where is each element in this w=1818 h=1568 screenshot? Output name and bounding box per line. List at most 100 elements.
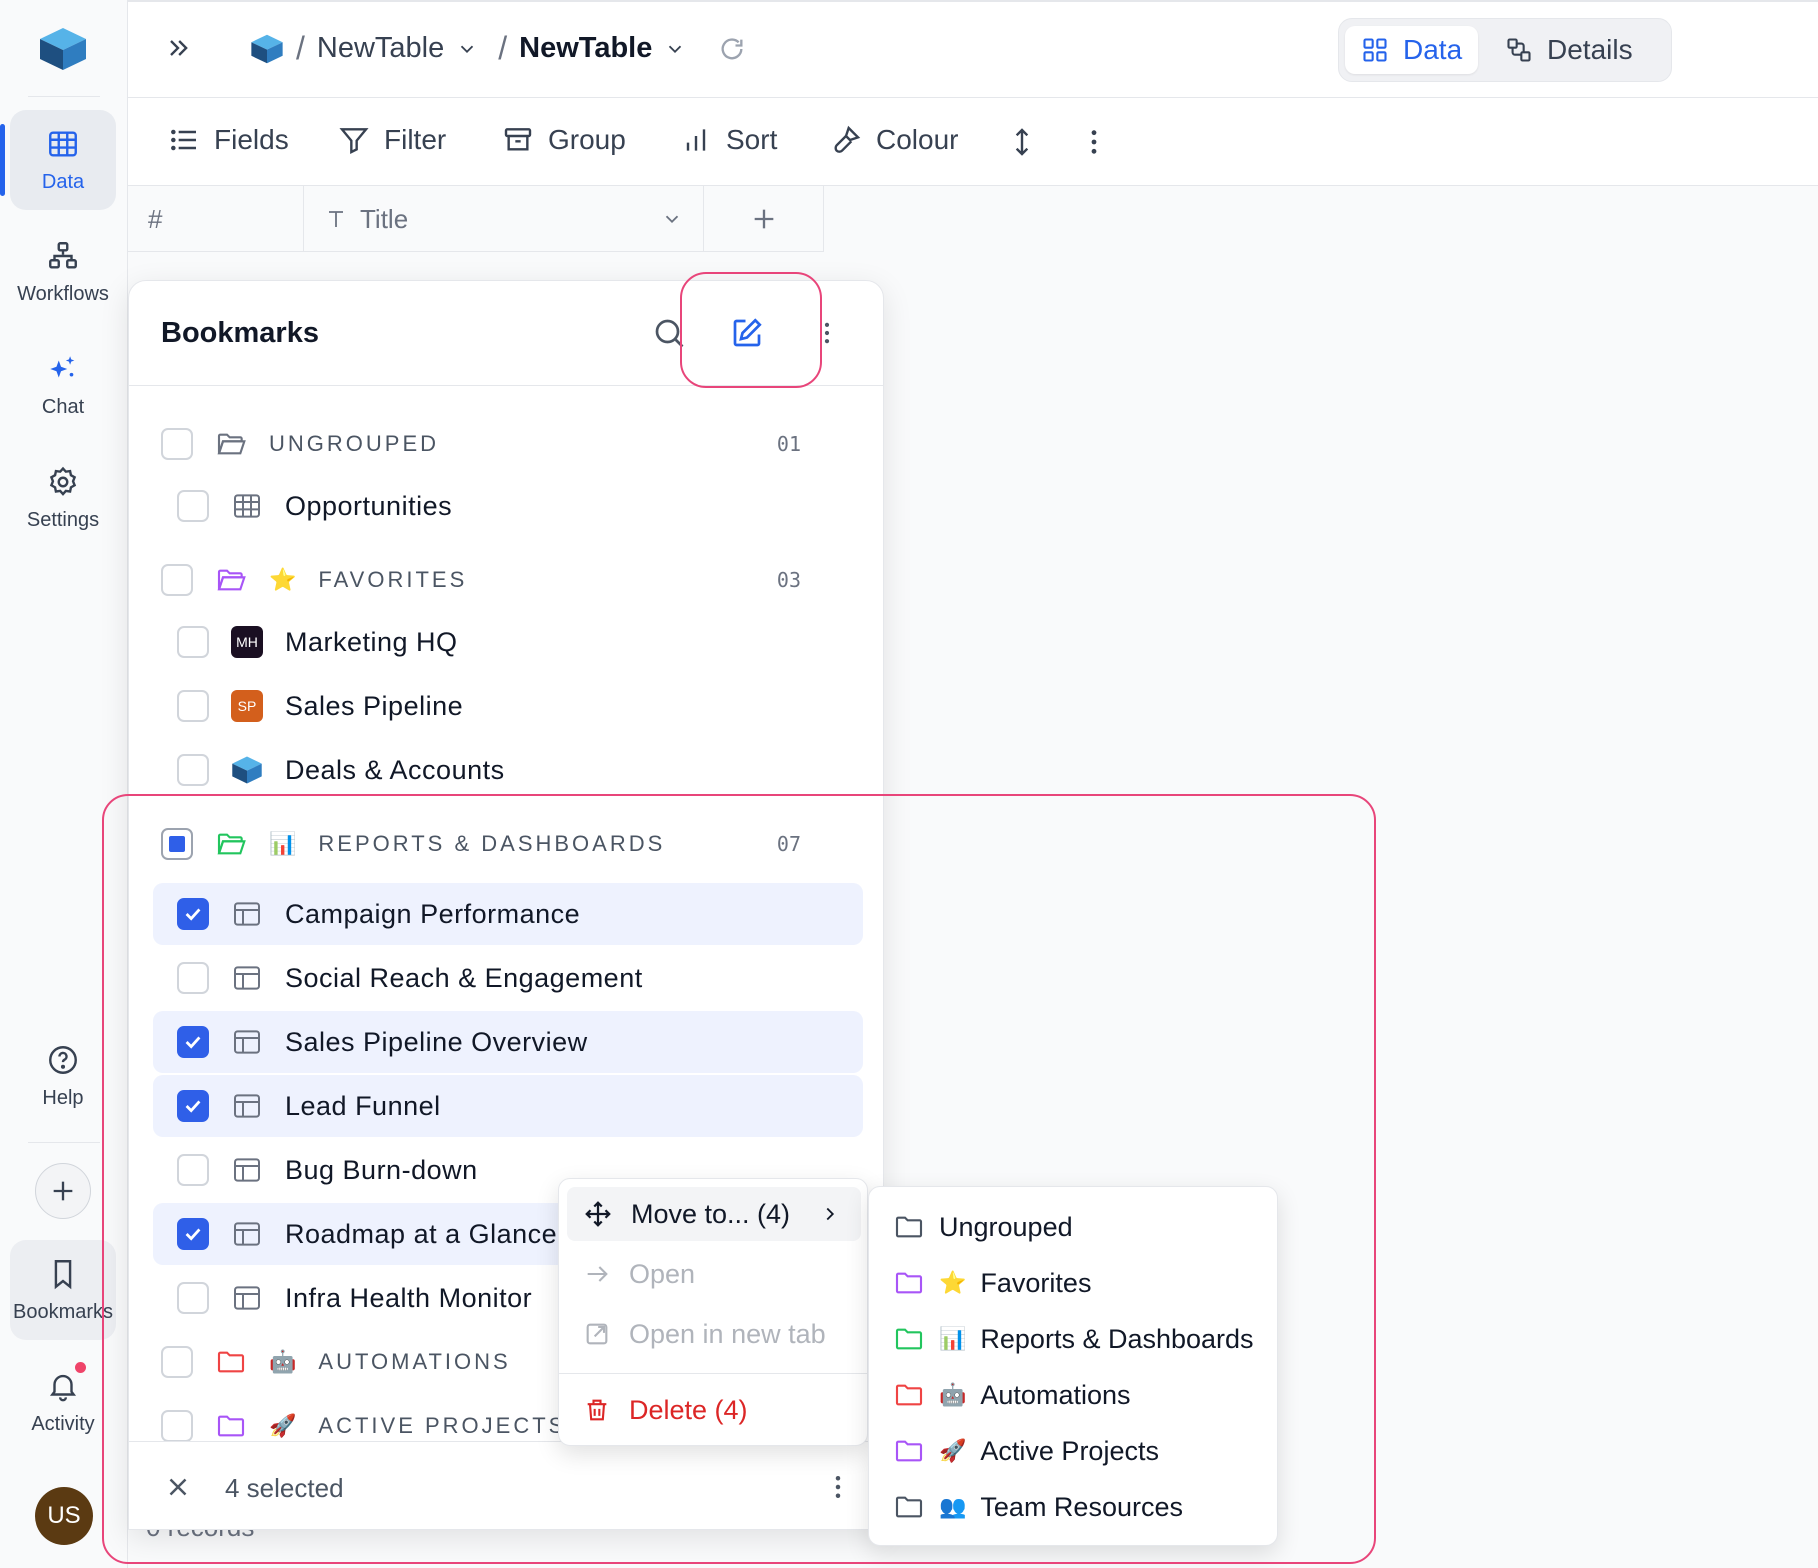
base-logo-icon bbox=[251, 34, 283, 63]
bookmark-label: Opportunities bbox=[285, 490, 453, 521]
group-row-favorites[interactable]: ⭐ FAVORITES 03 bbox=[161, 549, 871, 611]
group-label: FAVORITES bbox=[318, 567, 468, 592]
group-label: Group bbox=[548, 124, 626, 155]
bookmark-label: Sales Pipeline bbox=[285, 690, 464, 721]
item-checkbox[interactable] bbox=[177, 754, 209, 786]
rail-item-settings[interactable]: Settings bbox=[10, 448, 116, 548]
title-header-label: Title bbox=[360, 203, 409, 234]
refresh-icon[interactable] bbox=[718, 35, 746, 63]
index-column-header: # bbox=[128, 186, 304, 252]
chevron-down-icon[interactable] bbox=[661, 208, 683, 230]
group-icon bbox=[504, 128, 532, 151]
marketing-badge-icon: MH bbox=[231, 626, 263, 658]
sparkle-icon bbox=[50, 355, 75, 377]
bookmarks-title: Bookmarks bbox=[161, 317, 319, 349]
user-avatar[interactable]: US bbox=[35, 1487, 93, 1545]
details-icon bbox=[1507, 38, 1531, 62]
sort-icon bbox=[686, 129, 706, 151]
rail-item-bookmarks[interactable]: Bookmarks bbox=[10, 1240, 116, 1340]
sort-label: Sort bbox=[726, 124, 778, 155]
help-icon bbox=[49, 1045, 77, 1074]
group-count: 01 bbox=[776, 432, 801, 456]
index-header-label: # bbox=[148, 203, 163, 234]
rail-item-activity[interactable]: Activity bbox=[10, 1352, 116, 1452]
app-window: Data Workflows Chat Settings Help Bookma… bbox=[0, 0, 1818, 1568]
paint-brush-icon bbox=[834, 125, 861, 153]
bookmark-marketing-hq[interactable]: MH Marketing HQ bbox=[177, 611, 883, 673]
rail-item-data[interactable]: Data bbox=[0, 110, 116, 210]
table-icon bbox=[234, 494, 260, 518]
rail-label: Data bbox=[41, 170, 85, 193]
bookmark-label: Deals & Accounts bbox=[285, 754, 505, 785]
breadcrumb-table[interactable]: NewTable bbox=[519, 32, 652, 65]
breadcrumb-separator: / bbox=[296, 30, 305, 66]
folder-open-icon bbox=[217, 569, 246, 591]
highlight-selection-area bbox=[102, 794, 1376, 1564]
rail-label: Workflows bbox=[17, 282, 109, 305]
title-column-header[interactable]: Title bbox=[304, 186, 704, 252]
group-checkbox[interactable] bbox=[161, 428, 193, 460]
rail-label: Settings bbox=[26, 508, 100, 531]
rail-divider bbox=[28, 1142, 100, 1143]
sales-badge-icon: SP bbox=[231, 690, 263, 722]
rail-label: Bookmarks bbox=[12, 1300, 114, 1323]
item-checkbox[interactable] bbox=[177, 626, 209, 658]
fields-button[interactable]: Fields bbox=[168, 124, 289, 156]
add-column-button[interactable] bbox=[704, 186, 824, 252]
highlight-edit-button bbox=[680, 272, 822, 388]
bookmark-icon bbox=[54, 1259, 72, 1289]
bell-icon bbox=[49, 1374, 77, 1401]
grid-header: # Title bbox=[128, 186, 824, 252]
tab-details-label: Details bbox=[1547, 34, 1633, 65]
text-type-icon bbox=[329, 211, 343, 227]
app-logo-icon[interactable] bbox=[38, 26, 88, 72]
colour-button[interactable]: Colour bbox=[830, 124, 958, 156]
chevron-down-icon[interactable] bbox=[664, 38, 686, 60]
rail-item-workflows[interactable]: Workflows bbox=[10, 222, 116, 322]
rail-label: Chat bbox=[41, 395, 85, 418]
view-toolbar: Fields Filter Group Sort Colour bbox=[128, 98, 1818, 186]
table-icon bbox=[49, 130, 77, 157]
add-button[interactable] bbox=[35, 1163, 91, 1219]
base-logo-icon bbox=[232, 756, 262, 784]
filter-icon bbox=[339, 128, 369, 154]
folder-open-icon bbox=[217, 433, 246, 455]
bookmark-opportunities[interactable]: Opportunities bbox=[177, 475, 883, 537]
rail-item-help[interactable]: Help bbox=[10, 1026, 116, 1126]
rail-item-chat[interactable]: Chat bbox=[10, 335, 116, 435]
workflow-icon bbox=[49, 241, 77, 269]
view-toggle: Data Details bbox=[1338, 18, 1672, 82]
item-checkbox[interactable] bbox=[177, 490, 209, 522]
notification-dot bbox=[75, 1362, 86, 1373]
group-row-ungrouped[interactable]: UNGROUPED 01 bbox=[161, 413, 871, 475]
bookmark-sales-pipeline[interactable]: SP Sales Pipeline bbox=[177, 675, 883, 737]
breadcrumb-base[interactable]: NewTable bbox=[317, 32, 444, 65]
plus-icon bbox=[53, 1181, 73, 1201]
group-button[interactable]: Group bbox=[502, 124, 626, 156]
tab-data[interactable]: Data bbox=[1345, 26, 1479, 74]
rail-label: Help bbox=[42, 1086, 84, 1109]
group-checkbox[interactable] bbox=[161, 564, 193, 596]
grid-icon bbox=[1363, 38, 1387, 62]
colour-label: Colour bbox=[876, 124, 959, 155]
rail-divider bbox=[28, 96, 100, 97]
filter-button[interactable]: Filter bbox=[338, 124, 446, 156]
top-bar: / NewTable / NewTable Data Details bbox=[128, 2, 1818, 98]
tab-details[interactable]: Details bbox=[1489, 26, 1649, 74]
breadcrumb: / NewTable / NewTable bbox=[250, 30, 746, 67]
plus-icon bbox=[754, 209, 773, 229]
group-label: UNGROUPED bbox=[269, 431, 440, 456]
bookmark-deals-accounts[interactable]: Deals & Accounts bbox=[177, 739, 883, 801]
tab-data-label: Data bbox=[1403, 34, 1463, 65]
breadcrumb-separator: / bbox=[498, 30, 508, 66]
fields-label: Fields bbox=[214, 124, 289, 155]
chevron-down-icon[interactable] bbox=[456, 38, 478, 60]
expand-sidebar-icon[interactable] bbox=[164, 34, 192, 62]
sort-button[interactable]: Sort bbox=[680, 124, 777, 156]
more-options-icon[interactable] bbox=[1078, 126, 1110, 158]
row-height-icon[interactable] bbox=[1006, 126, 1038, 158]
star-icon: ⭐ bbox=[269, 567, 297, 592]
bookmark-label: Marketing HQ bbox=[285, 626, 458, 657]
item-checkbox[interactable] bbox=[177, 690, 209, 722]
group-count: 03 bbox=[776, 568, 801, 592]
